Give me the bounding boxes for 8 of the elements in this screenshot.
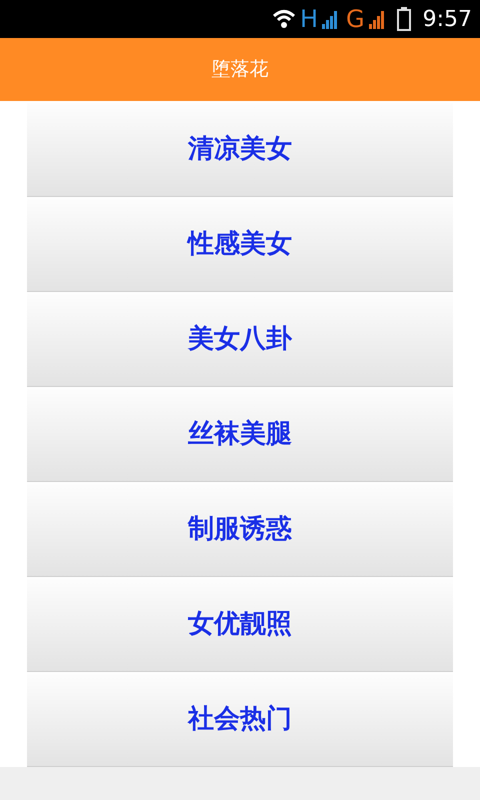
signal-icon <box>322 9 338 29</box>
network-type: H <box>300 7 318 31</box>
signal-icon <box>368 9 385 29</box>
clock-time: 9:57 <box>422 6 472 34</box>
battery-icon <box>396 7 411 31</box>
app-title: 堕落花 <box>212 57 268 82</box>
wifi-icon <box>272 8 296 30</box>
network-type: G <box>346 7 365 31</box>
